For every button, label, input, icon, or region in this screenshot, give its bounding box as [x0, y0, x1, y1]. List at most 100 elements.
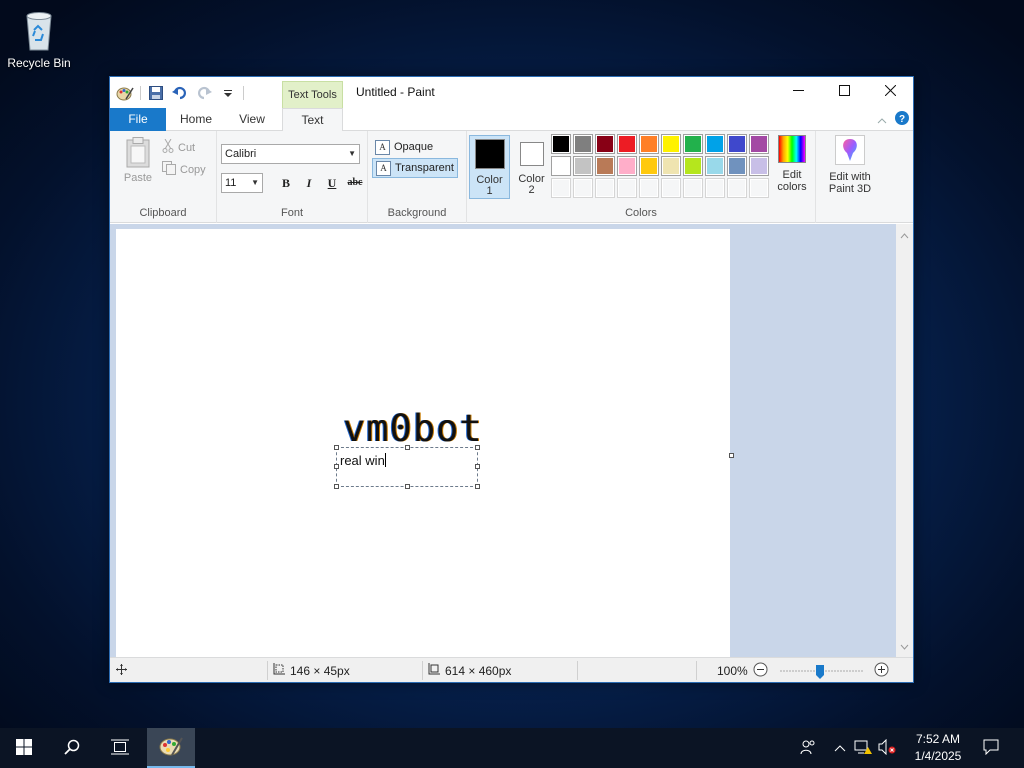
background-group: A Opaque A Transparent Background: [368, 131, 467, 223]
palette-empty-swatch[interactable]: [573, 178, 593, 198]
collapse-ribbon-icon[interactable]: [877, 113, 887, 127]
paint-app-icon[interactable]: [116, 84, 134, 102]
palette-empty-swatch[interactable]: [727, 178, 747, 198]
redo-icon[interactable]: [195, 84, 213, 102]
underline-button[interactable]: U: [322, 173, 342, 193]
volume-muted-icon[interactable]: [878, 738, 896, 758]
palette-color-swatch[interactable]: [661, 134, 681, 154]
resize-handle[interactable]: [405, 484, 410, 489]
title-bar[interactable]: Text Tools Untitled - Paint: [110, 77, 913, 108]
edit-colors-button[interactable]: Edit colors: [772, 135, 812, 193]
selection-size: 146 × 45px: [273, 658, 350, 683]
opaque-button[interactable]: A Opaque: [372, 137, 436, 157]
copy-button[interactable]: Copy: [162, 161, 206, 178]
vertical-scrollbar[interactable]: [896, 224, 913, 657]
palette-color-swatch[interactable]: [705, 156, 725, 176]
resize-handle[interactable]: [475, 464, 480, 469]
palette-color-swatch[interactable]: [661, 156, 681, 176]
strikethrough-button[interactable]: abc: [345, 173, 365, 193]
maximize-button[interactable]: [821, 77, 867, 107]
canvas-resize-handle[interactable]: [729, 453, 734, 458]
customize-toolbar-icon[interactable]: [219, 84, 237, 102]
start-button[interactable]: [0, 728, 48, 768]
minimize-button[interactable]: [775, 77, 821, 107]
clipboard-group: Paste Cut Copy Clipboard: [110, 131, 217, 223]
color2-button[interactable]: Color 2: [511, 135, 552, 199]
scroll-up-icon[interactable]: [900, 228, 909, 242]
palette-color-swatch[interactable]: [727, 156, 747, 176]
resize-handle[interactable]: [334, 464, 339, 469]
swatch-fill: [685, 180, 701, 196]
paste-icon: [124, 137, 152, 172]
zoom-out-button[interactable]: [753, 658, 768, 683]
show-hidden-icons-chevron-icon[interactable]: [834, 741, 846, 755]
drawing-canvas[interactable]: vm0bot real win: [116, 229, 730, 657]
palette-color-swatch[interactable]: [551, 156, 571, 176]
palette-color-swatch[interactable]: [683, 156, 703, 176]
palette-empty-swatch[interactable]: [705, 178, 725, 198]
edit-with-paint3d-button[interactable]: Edit with Paint 3D: [824, 135, 876, 195]
palette-color-swatch[interactable]: [617, 134, 637, 154]
palette-color-swatch[interactable]: [639, 156, 659, 176]
palette-color-swatch[interactable]: [749, 134, 769, 154]
palette-empty-swatch[interactable]: [595, 178, 615, 198]
paste-button[interactable]: Paste: [120, 137, 156, 184]
color1-button[interactable]: Color 1: [469, 135, 510, 199]
palette-empty-swatch[interactable]: [661, 178, 681, 198]
palette-empty-swatch[interactable]: [749, 178, 769, 198]
resize-handle[interactable]: [405, 445, 410, 450]
font-size-select[interactable]: 11 ▼: [221, 173, 263, 193]
palette-color-swatch[interactable]: [727, 134, 747, 154]
palette-color-swatch[interactable]: [705, 134, 725, 154]
italic-button[interactable]: I: [299, 173, 319, 193]
palette-empty-swatch[interactable]: [551, 178, 571, 198]
palette-color-swatch[interactable]: [639, 134, 659, 154]
text-edit-box[interactable]: real win: [334, 445, 480, 489]
palette-color-swatch[interactable]: [573, 156, 593, 176]
palette-color-swatch[interactable]: [749, 156, 769, 176]
resize-handle[interactable]: [334, 484, 339, 489]
tab-text[interactable]: Text: [282, 108, 343, 132]
swatch-fill: [553, 158, 569, 174]
palette-empty-swatch[interactable]: [639, 178, 659, 198]
tab-file[interactable]: File: [110, 108, 166, 131]
zoom-slider[interactable]: [778, 658, 866, 683]
palette-empty-swatch[interactable]: [683, 178, 703, 198]
help-icon[interactable]: ?: [895, 111, 909, 128]
tab-view[interactable]: View: [228, 108, 276, 131]
save-icon[interactable]: [147, 84, 165, 102]
notification-icon: [983, 739, 999, 758]
palette-color-swatch[interactable]: [595, 134, 615, 154]
palette-color-swatch[interactable]: [573, 134, 593, 154]
tab-home[interactable]: Home: [172, 108, 220, 131]
task-view-button[interactable]: [96, 728, 144, 768]
font-group: Calibri ▼ 11 ▼ B I U abc Font: [217, 131, 368, 223]
clock-date: 1/4/2025: [914, 749, 962, 763]
taskbar-clock[interactable]: 7:52 AM 1/4/2025: [905, 731, 971, 765]
swatch-fill: [729, 158, 745, 174]
network-warning-icon[interactable]: [854, 739, 872, 758]
undo-icon[interactable]: [171, 84, 189, 102]
scroll-down-icon[interactable]: [900, 639, 909, 653]
action-center-button[interactable]: [968, 728, 1014, 768]
people-icon[interactable]: [800, 739, 816, 758]
search-button[interactable]: [48, 728, 96, 768]
recycle-bin-desktop-icon[interactable]: Recycle Bin: [6, 6, 72, 70]
close-button[interactable]: [867, 77, 913, 107]
zoom-in-button[interactable]: [874, 658, 889, 683]
transparent-button[interactable]: A Transparent: [372, 158, 458, 178]
resize-handle[interactable]: [475, 445, 480, 450]
cut-button[interactable]: Cut: [162, 138, 195, 156]
taskbar-paint-app[interactable]: [147, 728, 195, 768]
palette-color-swatch[interactable]: [551, 134, 571, 154]
bold-button[interactable]: B: [276, 173, 296, 193]
palette-color-swatch[interactable]: [595, 156, 615, 176]
maximize-icon: [838, 85, 850, 99]
font-family-select[interactable]: Calibri ▼: [221, 144, 360, 164]
resize-handle[interactable]: [475, 484, 480, 489]
color-palette: [551, 134, 769, 198]
palette-color-swatch[interactable]: [683, 134, 703, 154]
resize-handle[interactable]: [334, 445, 339, 450]
palette-empty-swatch[interactable]: [617, 178, 637, 198]
palette-color-swatch[interactable]: [617, 156, 637, 176]
